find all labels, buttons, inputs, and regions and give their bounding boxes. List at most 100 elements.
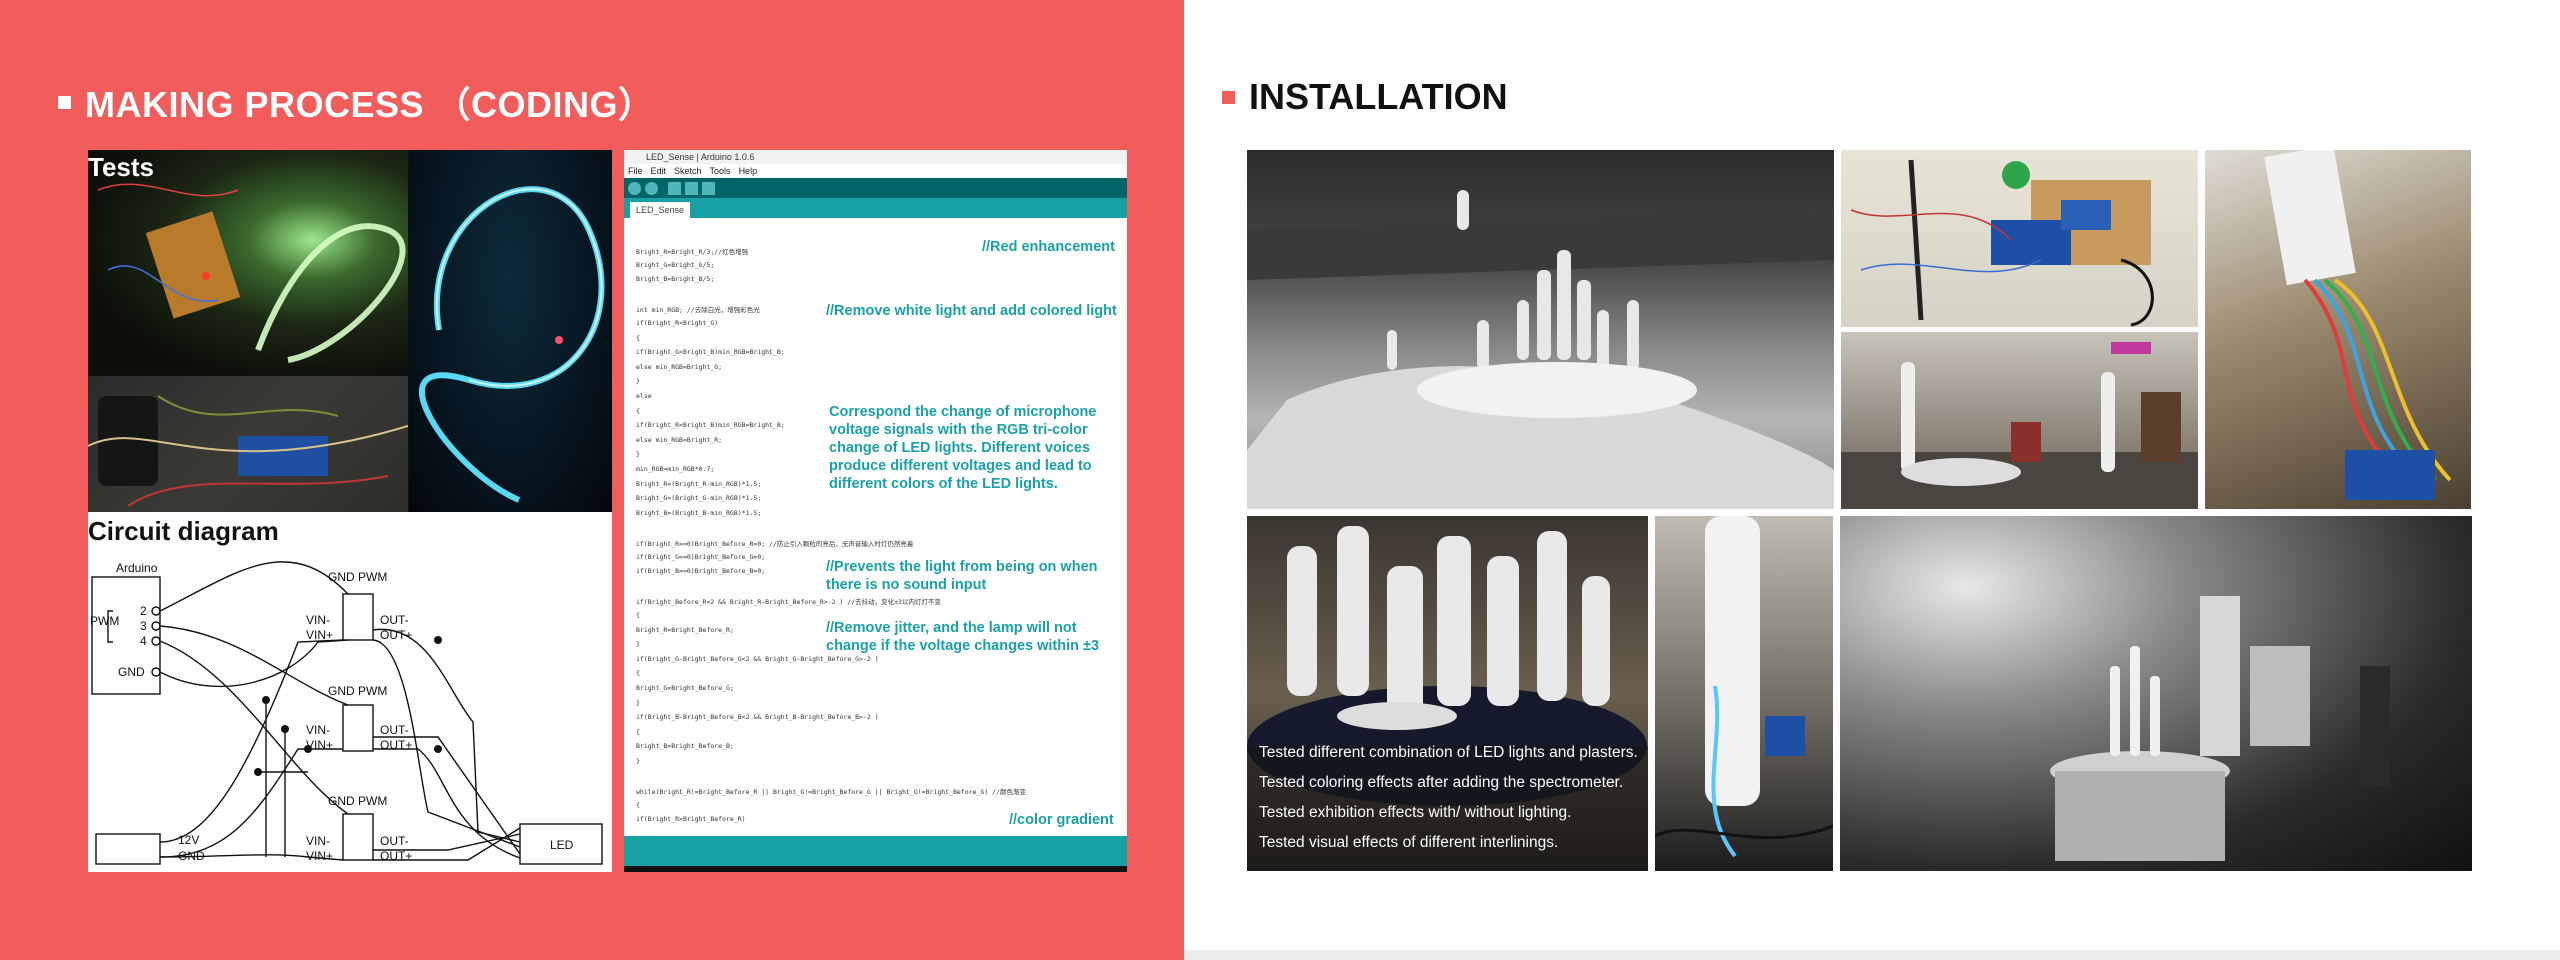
code-line: } [636,377,640,386]
code-line: Bright_R=(Bright_R-min_RGB)*1.5; [636,479,762,488]
code-line: if(Bright_G-Bright_Before_G<2 && Bright_… [636,654,879,663]
ide-tab-row: LED_Sense [624,198,1127,218]
code-line: else min_RGB=Bright_G; [636,362,723,371]
code-line: if(Bright_R>Bright_Before_R) [636,815,746,824]
code-line: } [636,698,640,707]
driver1-gnd-pwm: GND PWM [328,570,387,584]
tests-photo-blue-led [409,150,612,512]
menu-file[interactable]: File [628,164,643,178]
installation-captions: Tested different combination of LED ligh… [1259,738,1645,858]
note-red-enhancement: //Red enhancement [982,239,1115,255]
code-line: } [636,640,640,649]
driver3-out-plus: OUT+ [380,849,412,863]
caption-1: Tested different combination of LED ligh… [1259,744,1638,761]
code-line: { [636,611,640,619]
note-correspond: Correspond the change of microphone volt… [829,404,1097,492]
driver1-out-plus: OUT+ [380,628,412,642]
code-line: { [636,669,640,678]
installation-heading: INSTALLATION [1222,76,1508,118]
driver3-vin-plus: VIN+ [306,849,333,863]
code-line: else min_RGB=Bright_R; [636,435,723,444]
code-line: { [636,800,640,809]
driver3-out-minus: OUT- [380,834,409,848]
pin4-text: 4 [140,634,147,648]
making-process-heading: MAKING PROCESS （CODING） [58,76,655,128]
dark-exhibition-graphic [2050,596,2390,861]
driver2-out-plus: OUT+ [380,738,412,752]
driver1-vin-minus: VIN- [306,613,330,627]
code-line: Bright_B=Bright_B/5; [636,275,715,284]
pwm-text: PWM [90,614,119,628]
menu-tools[interactable]: Tools [710,164,731,178]
tab-led-sense[interactable]: LED_Sense [630,202,691,218]
code-line: else [636,392,652,400]
note-prevents-light: //Prevents the light from being on when … [826,559,1098,593]
driver3-gnd-pwm: GND PWM [328,794,387,808]
photo-workbench-arduino [1841,150,2198,327]
menu-edit[interactable]: Edit [651,164,667,178]
save-icon[interactable] [702,181,715,195]
code-line: Bright_B=(Bright_B-min_RGB)*1.5; [636,508,762,517]
tests-photo-circuit-board [88,376,408,512]
code-line: if(Bright_B-Bright_Before_B<2 && Bright_… [636,713,879,722]
photo-dark-exhibition [1840,516,2472,871]
caption-3: Tested exhibition effects with/ without … [1259,804,1572,821]
driver3-vin-minus: VIN- [306,834,330,848]
code-line: if(Bright_Before_R<2 && Bright_R-Bright_… [636,598,941,607]
code-line: if(Bright_G==0)Bright_Before_G=0; [636,552,766,561]
blue-led-loop-graphic [419,186,605,503]
new-icon[interactable] [668,181,681,195]
caption-4: Tested visual effects of different inter… [1259,834,1559,851]
circuit-schematic: Arduino PWM 2 3 4 GND GND PWM VIN- VIN+ … [90,561,603,865]
code-line: if(Bright_G<Bright_B)min_RGB=Bright_B; [636,348,785,357]
driver2-gnd-pwm: GND PWM [328,684,387,698]
code-line: Bright_G=Bright_G/5; [636,260,715,269]
note-remove-jitter: //Remove jitter, and the lamp will not c… [826,620,1100,654]
driver2-out-minus: OUT- [380,723,409,737]
arduino-text: Arduino [116,561,158,575]
photo-led-wiring [2205,150,2471,509]
code-line: if(Bright_R<Bright_B)min_RGB=Bright_B; [636,421,785,430]
studio-plaster-graphic [1841,342,2198,509]
caption-2: Tested coloring effects after adding the… [1259,774,1624,791]
code-line: Bright_B=Bright_Before_B; [636,742,734,751]
code-line: while(Bright_R!=Bright_Before_R || Brigh… [636,788,1026,797]
photo-studio-plaster-hands [1841,332,2198,509]
driver2-vin-minus: VIN- [306,723,330,737]
code-line: Bright_R=Bright_Before_R; [636,625,734,634]
plaster-hands-graphic [1247,190,1834,509]
arduino-ide-window: LED_Sense | Arduino 1.0.6 File Edit Sket… [624,150,1127,872]
ide-toolbar [624,178,1127,198]
led-wiring-graphic [2264,150,2452,500]
tests-photo-collage: Tests [88,150,612,512]
code-line: { [636,406,640,415]
code-line: int min_RGB; //去除白光，增强彩色光 [636,306,760,315]
power-gnd-text: GND [178,849,205,863]
ide-menubar: File Edit Sketch Tools Help [624,164,1127,178]
power-12v-text: 12V [178,833,199,847]
code-line: if(Bright_R==0)Bright_Before_R=0; //防止引入… [636,540,914,548]
code-line: { [636,727,640,736]
tests-photo-green-led [88,150,408,375]
ide-console-bar [624,836,1127,866]
photo-led-plaster-arm [1655,516,1833,871]
pin2-text: 2 [140,604,147,618]
note-color-gradient: //color gradient [1009,812,1114,828]
menu-sketch[interactable]: Sketch [674,164,702,178]
making-process-title: MAKING PROCESS （CODING） [85,84,655,125]
code-line: if(Bright_B==0)Bright_Before_B=0; [636,567,766,576]
code-line: Bright_G=(Bright_G-min_RGB)*1.5; [636,494,762,503]
ide-status-bar [624,866,1127,872]
open-icon[interactable] [685,181,698,195]
making-process-panel: MAKING PROCESS （CODING） Tests Circuit di… [0,0,1184,960]
photo-plaster-hands-table [1247,150,1834,509]
upload-icon[interactable] [645,181,658,195]
verify-icon[interactable] [628,181,641,195]
title-bullet [58,95,71,109]
driver1-vin-plus: VIN+ [306,628,333,642]
led-text: LED [550,838,574,852]
note-remove-white-light: //Remove white light and add colored lig… [826,303,1117,319]
menu-help[interactable]: Help [739,164,758,178]
gnd-text: GND [118,665,145,679]
driver1-out-minus: OUT- [380,613,409,627]
